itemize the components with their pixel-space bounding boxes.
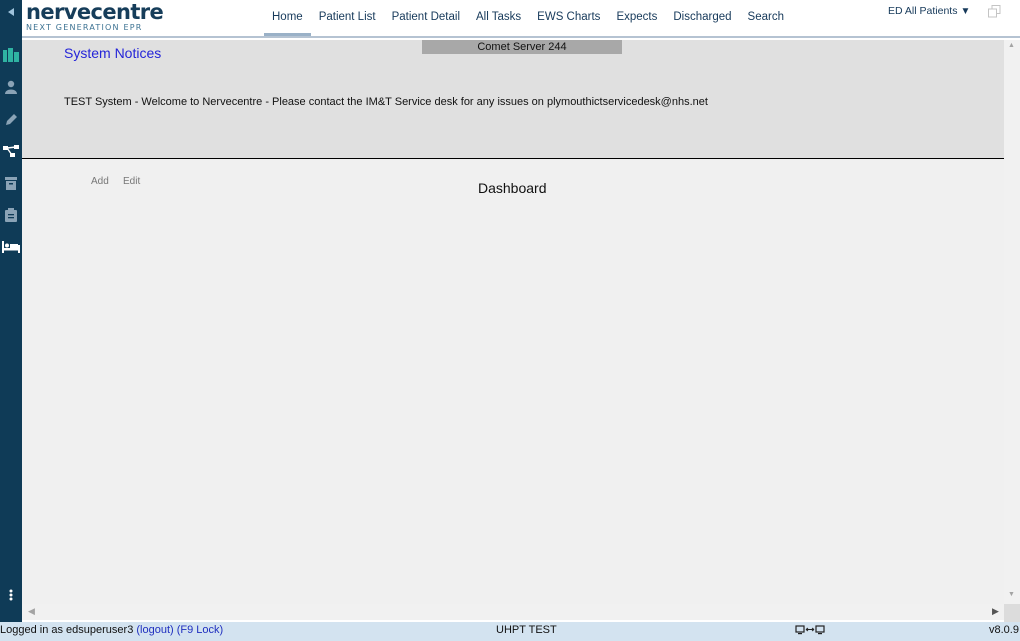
scroll-down-icon[interactable]: ▼ <box>1008 591 1015 598</box>
scroll-up-icon[interactable]: ▲ <box>1008 42 1015 49</box>
tab-ews-charts[interactable]: EWS Charts <box>529 0 608 36</box>
scroll-left-icon[interactable]: ◀ <box>28 606 35 617</box>
tab-expects[interactable]: Expects <box>608 0 665 36</box>
dashboard-title: Dashboard <box>478 180 547 196</box>
logo-tagline: NEXT GENERATION EPR <box>26 23 143 32</box>
nervecentre-logo: nervecentre NEXT GENERATION EPR <box>26 0 164 33</box>
connection-sync-icon <box>795 625 825 635</box>
login-info: Logged in as edsuperuser3 (logout) (F9 L… <box>0 624 223 636</box>
horizontal-scrollbar[interactable]: ◀ ▶ <box>22 604 1004 620</box>
collapse-arrow-icon <box>8 8 14 16</box>
clinical-note-icon <box>5 113 17 125</box>
logout-link[interactable]: (logout) <box>136 624 173 636</box>
system-notices-panel: System Notices Comet Server 244 TEST Sys… <box>22 40 1004 159</box>
connection-status <box>795 625 827 638</box>
tab-patient-detail[interactable]: Patient Detail <box>384 0 468 36</box>
logged-in-user: Logged in as edsuperuser3 <box>0 624 134 636</box>
tab-all-tasks[interactable]: All Tasks <box>468 0 529 36</box>
bed-icon <box>2 241 20 253</box>
collapse-sidebar-button[interactable] <box>0 3 22 21</box>
sidebar-item-pathway[interactable] <box>0 142 22 160</box>
clipboard-icon <box>5 208 17 222</box>
scroll-right-icon[interactable]: ▶ <box>992 606 999 617</box>
scrollbar-corner <box>1004 604 1020 622</box>
pathway-icon <box>3 145 19 157</box>
system-notice-message: TEST System - Welcome to Nervecentre - P… <box>64 96 708 108</box>
version-label: v8.0.9 <box>989 624 1019 636</box>
server-badge: Comet Server 244 <box>422 40 622 54</box>
vertical-scrollbar[interactable]: ▲ ▼ <box>1004 40 1020 604</box>
main-content: System Notices Comet Server 244 TEST Sys… <box>22 40 1004 604</box>
chevron-down-icon: ▼ <box>960 6 971 17</box>
sidebar-item-clipboard[interactable] <box>0 206 22 224</box>
patient-icon <box>5 80 17 94</box>
archive-icon <box>5 176 17 190</box>
tab-discharged[interactable]: Discharged <box>665 0 739 36</box>
dashboard-edit-button[interactable]: Edit <box>123 176 140 187</box>
status-bar: Logged in as edsuperuser3 (logout) (F9 L… <box>0 622 1020 641</box>
sidebar-item-patient[interactable] <box>0 78 22 96</box>
ward-selector[interactable]: ED All Patients ▼ <box>888 5 970 17</box>
dashboard-add-button[interactable]: Add <box>91 176 109 187</box>
lock-link[interactable]: (F9 Lock) <box>177 624 223 636</box>
main-nav: Home Patient List Patient Detail All Tas… <box>264 0 792 38</box>
popout-window-icon <box>988 5 1001 18</box>
tab-patient-list[interactable]: Patient List <box>311 0 384 36</box>
sidebar-more-button[interactable] <box>0 586 22 604</box>
more-options-icon <box>9 589 13 601</box>
ward-overview-icon <box>3 48 19 62</box>
sidebar-item-archive[interactable] <box>0 174 22 192</box>
sidebar-item-bed[interactable] <box>0 238 22 256</box>
left-sidebar <box>0 0 22 622</box>
system-notices-title: System Notices <box>64 45 162 61</box>
top-header: nervecentre NEXT GENERATION EPR Home Pat… <box>22 0 1020 38</box>
sidebar-item-ward-overview[interactable] <box>0 46 22 64</box>
popout-window-button[interactable] <box>988 5 1001 21</box>
sidebar-item-clinical-note[interactable] <box>0 110 22 128</box>
logo-brand: nervecentre <box>26 0 164 24</box>
ward-selector-value: ED All Patients <box>888 5 958 17</box>
tab-search[interactable]: Search <box>740 0 792 36</box>
tab-home[interactable]: Home <box>264 0 311 36</box>
environment-label: UHPT TEST <box>496 624 557 636</box>
